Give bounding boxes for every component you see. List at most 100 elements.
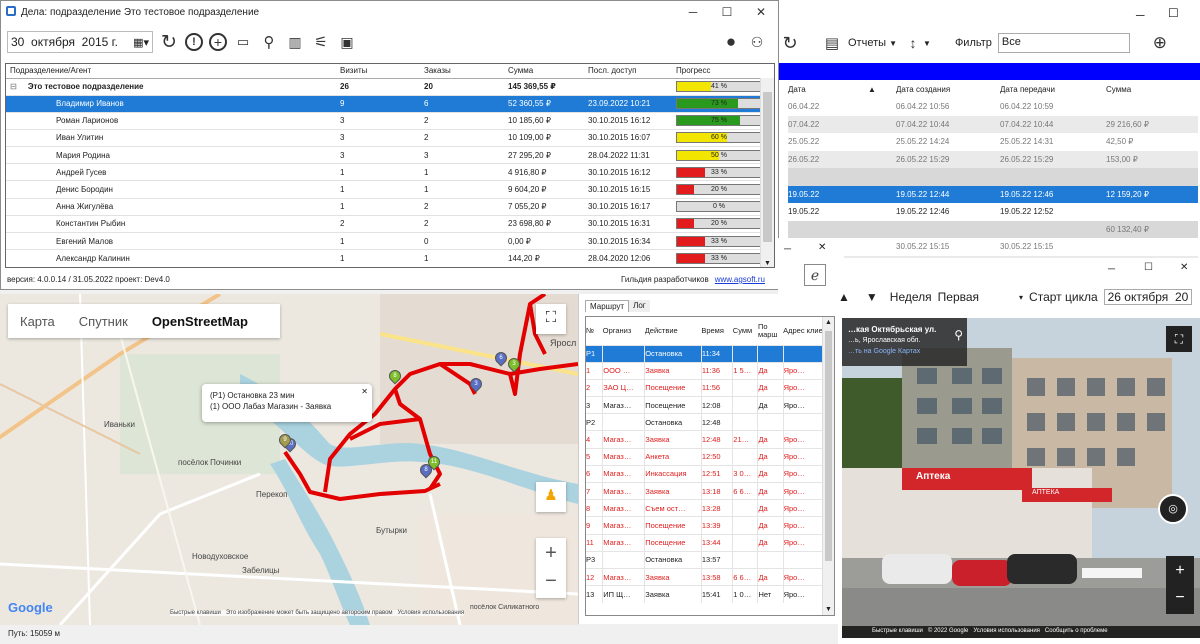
refresh-icon[interactable]: ↻ (780, 33, 800, 53)
route-row[interactable]: P1 Остановка 11:34 (586, 345, 834, 363)
users-icon[interactable]: ⚇ (747, 32, 767, 52)
route-row[interactable]: 4 Магаз… Заявка 12:48 21… Да Яро… (586, 430, 834, 449)
refresh-icon[interactable]: ↻ (159, 32, 179, 53)
agent-row[interactable]: Денис Бородин 1 1 9 604,20 ₽ 30.10.2015 16:1… (6, 180, 774, 198)
cycle-date-input[interactable]: 26 октября 20 (1103, 289, 1193, 305)
place-map-link[interactable]: …ть на Google Картах (848, 346, 961, 357)
map-panel[interactable]: Карта Спутник OpenStreetMap ⛶ (P1) Остан… (0, 294, 578, 625)
user-icon[interactable]: ● (721, 32, 741, 52)
col-header[interactable]: Сумм (733, 317, 758, 345)
fullscreen-button[interactable]: ⛶ (1166, 326, 1192, 352)
zoom-in-button[interactable]: + (1166, 556, 1194, 585)
zoom-out-button[interactable]: − (536, 568, 566, 598)
street-view[interactable]: Аптека АПТЕКА …кая Октябрьская ул. …ь, Я… (842, 318, 1200, 638)
satellite-icon[interactable]: ⚟ (311, 32, 331, 52)
browser-icon[interactable]: ℯ (804, 264, 826, 286)
fullscreen-button[interactable]: ⛶ (536, 304, 566, 334)
minimize-icon[interactable]: ─ (1136, 8, 1145, 22)
col-header[interactable]: № (586, 317, 603, 345)
tab-openstreetmap[interactable]: OpenStreetMap (140, 314, 260, 329)
map-canvas[interactable] (0, 294, 578, 625)
col-header[interactable]: Посл. доступ (588, 64, 676, 78)
vertical-scrollbar[interactable]: ▼ (760, 78, 774, 267)
route-row[interactable]: P3 Остановка 13:57 (586, 551, 834, 569)
close-icon[interactable]: ✕ (744, 5, 778, 19)
col-header[interactable]: Подразделение/Агент (6, 64, 340, 78)
scroll-up-icon[interactable]: ▲ (825, 319, 832, 326)
close-icon[interactable]: ✕ (361, 386, 368, 397)
chart-icon[interactable]: ▥ (285, 32, 305, 52)
agent-row[interactable]: Андрей Гусев 1 1 4 916,80 ₽ 30.10.2015 16:12… (6, 163, 774, 181)
col-header[interactable]: Действие (645, 317, 702, 345)
agent-row[interactable]: Константин Рыбин 2 2 23 698,80 ₽ 30.10.2015 … (6, 215, 774, 232)
agent-row[interactable]: Евгений Малов 1 0 0,00 ₽ 30.10.2015 16:34 33 … (6, 232, 774, 250)
table-row[interactable]: 07.04.22 07.04.22 10:44 07.04.22 10:44 29 2… (788, 115, 1198, 133)
alert-icon[interactable]: ! (185, 33, 203, 51)
arrow-up-icon[interactable]: ▲ (838, 290, 850, 304)
route-row[interactable]: 6 Магаз… Инкассация 12:51 3 0… Да Яро… (586, 465, 834, 483)
route-row[interactable]: P2 Остановка 12:48 (586, 413, 834, 431)
route-row[interactable]: 7 Магаз… Заявка 13:18 6 6… Да Яро… (586, 482, 834, 500)
col-header[interactable]: Время (701, 317, 732, 345)
agent-row[interactable]: Александр Калинин 1 1 144,20 ₽ 28.04.2020 12… (6, 249, 774, 267)
scroll-down-icon[interactable]: ▼ (764, 260, 771, 267)
table-row[interactable]: 06.04.22 06.04.22 10:56 06.04.22 10:59 (788, 98, 1198, 116)
col-header[interactable]: Дата создания (896, 80, 1000, 98)
table-row[interactable]: 19.05.22 19.05.22 12:46 19.05.22 12:52 (788, 203, 1198, 221)
target-icon[interactable]: ⊕ (1150, 33, 1170, 53)
route-row[interactable]: 5 Магаз… Анкета 12:50 Да Яро… (586, 448, 834, 466)
table-row[interactable]: 30.05.2230.05.22 15:1530.05.22 15:15 (788, 238, 1198, 256)
table-row[interactable]: 26.05.22 26.05.22 15:29 26.05.22 15:29 153,… (788, 150, 1198, 168)
col-header[interactable]: Дата передачи (1000, 80, 1106, 98)
route-row[interactable]: 9 Магаз… Посещение 13:39 Да Яро… (586, 516, 834, 535)
agent-row[interactable]: Роман Ларионов 3 2 10 185,60 ₽ 30.10.2015 16… (6, 112, 774, 129)
compass-icon[interactable]: ◎ (1158, 494, 1188, 524)
pegman-icon[interactable]: ♟ (536, 482, 566, 512)
group-row[interactable]: ⊟ Это тестовое подразделение 26 20 145 3… (6, 78, 774, 95)
arrow-down-icon[interactable]: ▼ (866, 290, 878, 304)
route-row[interactable]: 2 ЗАО Ц… Посещение 11:56 Да Яро… (586, 379, 834, 397)
add-icon[interactable]: + (209, 33, 227, 51)
route-scrollbar[interactable]: ▲ ▼ (822, 317, 834, 615)
tab-route[interactable]: Маршрут (585, 300, 630, 312)
week-value[interactable]: Первая (938, 290, 979, 304)
route-row[interactable]: 11 Магаз… Посещение 13:44 Да Яро… (586, 534, 834, 552)
close-icon[interactable]: ✕ (1180, 262, 1188, 273)
table-row[interactable]: 60 132,40 ₽ (788, 220, 1198, 238)
close-icon[interactable]: ✕ (818, 242, 826, 253)
col-header[interactable]: По марш (758, 317, 783, 345)
map-pin-icon[interactable]: ⚲ (259, 32, 279, 52)
filter-select[interactable]: Все (997, 33, 1130, 53)
route-row[interactable]: 1 ООО … Заявка 11:36 1 5… Да Яро… (586, 362, 834, 380)
tab-satellite[interactable]: Спутник (67, 314, 140, 329)
col-header[interactable]: Заказы (424, 64, 508, 78)
date-picker[interactable]: 30 октября 2015 г. ▦▾ (7, 31, 153, 53)
maximize-icon[interactable]: ☐ (1168, 6, 1179, 20)
tab-log[interactable]: Лог (629, 300, 650, 312)
route-row[interactable]: 8 Магаз… Съем ост… 13:28 Да Яро… (586, 499, 834, 517)
table-row[interactable]: 19.05.22 19.05.22 12:44 19.05.22 12:46 12 1… (788, 185, 1198, 203)
agent-row[interactable]: Владимир Иванов 9 6 52 360,55 ₽ 23.09.2022 1… (6, 95, 774, 113)
col-header[interactable]: Дата ▲ (788, 80, 896, 98)
sort-icon[interactable]: ↕ (903, 33, 923, 53)
tab-map[interactable]: Карта (8, 314, 67, 329)
col-header[interactable]: Сумма (1106, 80, 1198, 98)
agent-row[interactable]: Анна Жигулёва 1 2 7 055,20 ₽ 30.10.2015 16:1… (6, 198, 774, 215)
comment-icon[interactable]: ▤ (822, 33, 842, 53)
scroll-down-icon[interactable]: ▼ (825, 606, 832, 613)
table-row[interactable] (788, 168, 1198, 186)
agent-row[interactable]: Мария Родина 3 3 27 295,20 ₽ 28.04.2022 11:3… (6, 146, 774, 164)
zoom-out-button[interactable]: − (1166, 585, 1194, 614)
col-header[interactable]: Сумма (508, 64, 588, 78)
col-header[interactable]: Визиты (340, 64, 424, 78)
col-header[interactable]: Прогресс (676, 64, 762, 78)
image-icon[interactable]: ▣ (337, 32, 357, 52)
route-row[interactable]: 12 Магаз… Заявка 13:58 6 6… Да Яро… (586, 568, 834, 586)
col-header[interactable]: Организ (603, 317, 645, 345)
minimize-icon[interactable]: ─ (784, 244, 791, 255)
minimize-icon[interactable]: ─ (676, 5, 710, 19)
minimize-icon[interactable]: ─ (1108, 264, 1115, 275)
website-link[interactable]: www.agsoft.ru (715, 275, 765, 284)
maximize-icon[interactable]: ☐ (1144, 262, 1153, 273)
route-row[interactable]: 3 Магаз… Посещение 12:08 Да Яро… (586, 396, 834, 414)
